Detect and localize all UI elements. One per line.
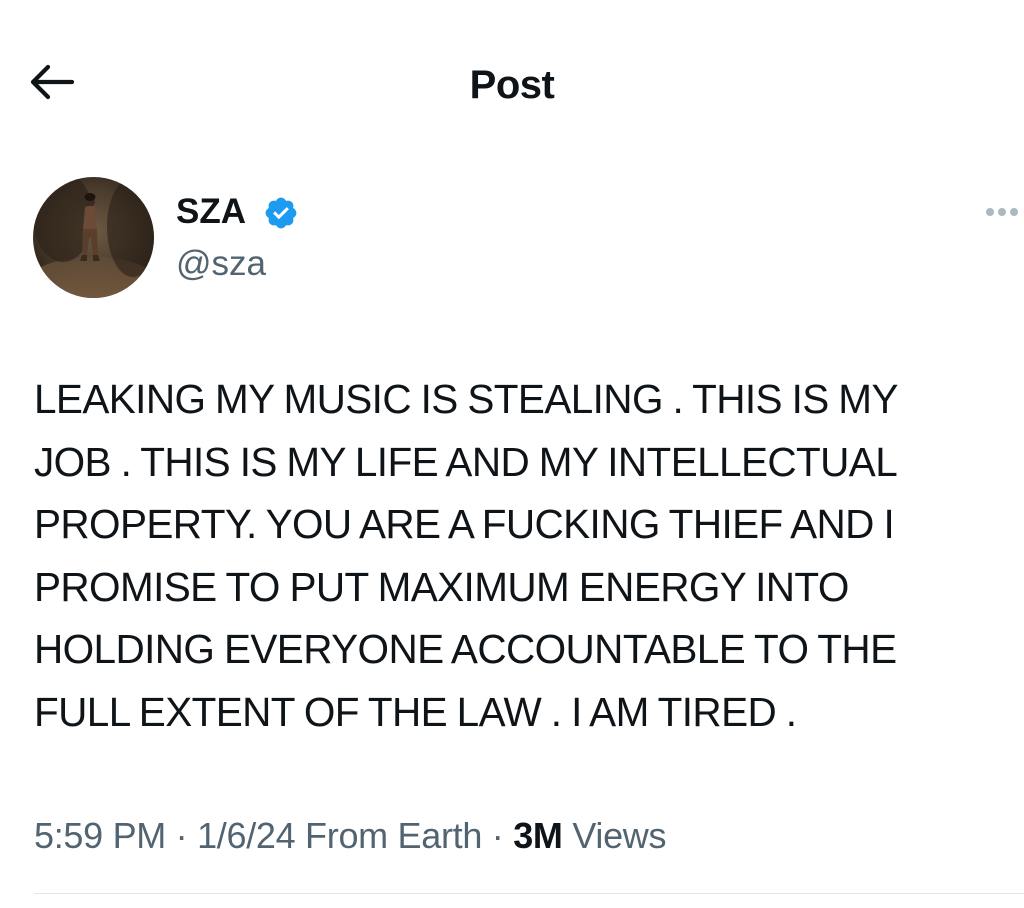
post-metadata: 5:59 PM · 1/6/24 From Earth · 3M Views (34, 813, 667, 859)
avatar-image (33, 177, 154, 298)
post-source: From Earth (295, 815, 483, 856)
avatar[interactable] (33, 177, 154, 298)
verified-badge-icon (265, 197, 297, 229)
separator: · (482, 815, 514, 856)
more-horizontal-icon (998, 208, 1006, 216)
page-title: Post (469, 63, 555, 107)
views-label: Views (572, 815, 667, 856)
post-time[interactable]: 5:59 PM (34, 815, 166, 856)
more-options-button[interactable] (980, 200, 1024, 224)
author-handle[interactable]: @sza (176, 242, 266, 286)
post-text: LEAKING MY MUSIC IS STEALING . THIS IS M… (34, 376, 898, 735)
top-bar: Post (0, 0, 1024, 170)
separator: · (165, 815, 198, 856)
author-display-name[interactable]: SZA (176, 190, 246, 234)
views-count[interactable]: 3M (513, 815, 563, 856)
post-date[interactable]: 1/6/24 (197, 815, 296, 856)
more-horizontal-icon (986, 208, 994, 216)
more-horizontal-icon (1010, 208, 1018, 216)
divider (34, 893, 1024, 894)
